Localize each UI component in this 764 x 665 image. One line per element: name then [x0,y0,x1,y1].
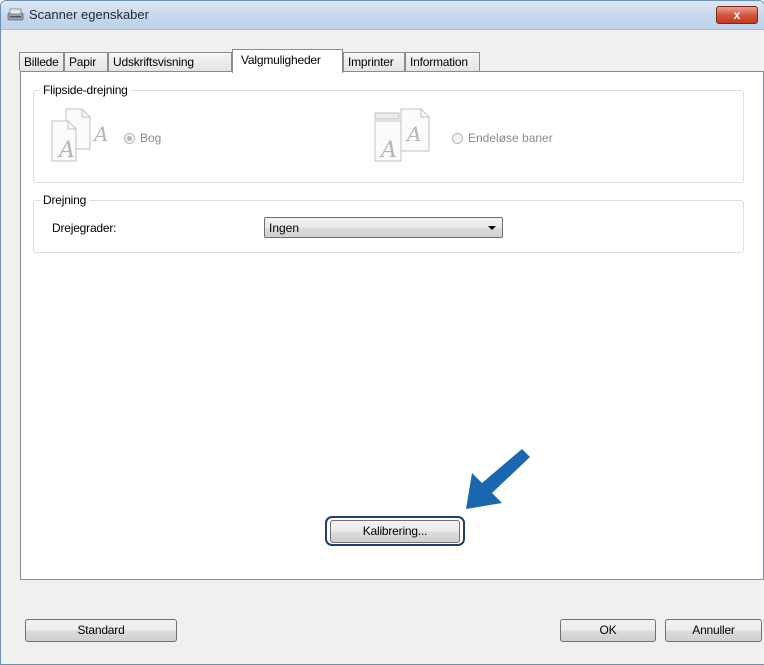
tab-billede[interactable]: Billede [19,52,64,71]
rotation-degrees-label: Drejegrader: [52,221,117,235]
close-icon: x [733,8,741,22]
svg-text:A: A [405,122,421,146]
radio-endelose-indicator[interactable] [452,132,463,144]
rotation-group-label: Drejning [40,193,90,207]
flipside-group: Flipside-drejning A A Bog A A Endeløse b… [33,83,744,183]
radio-bog[interactable]: Bog [124,131,161,145]
fanfold-flip-icon: A A [374,108,430,163]
rotation-degrees-value: Ingen [269,221,300,235]
standard-button[interactable]: Standard [25,619,177,642]
chevron-down-icon [488,226,496,230]
pointer-arrow-icon [466,449,530,509]
book-flip-icon: A A [51,108,108,163]
radio-bog-indicator[interactable] [124,132,135,144]
radio-endelose-label: Endeløse baner [468,131,553,145]
cancel-button[interactable]: Annuller [665,619,762,642]
tab-valgmuligheder[interactable]: Valgmuligheder [232,49,343,73]
scanner-app-icon [7,8,24,21]
radio-endelose-baner[interactable]: Endeløse baner [452,131,553,145]
title-bar: Scanner egenskaber x [1,1,764,30]
ok-button[interactable]: OK [560,619,656,642]
tab-panel-valgmuligheder: Flipside-drejning A A Bog A A Endeløse b… [20,71,764,580]
calibrate-button[interactable]: Kalibrering... [330,520,460,543]
tab-papir[interactable]: Papir [64,52,108,71]
svg-text:A: A [379,138,397,163]
tab-imprinter[interactable]: Imprinter [343,52,405,71]
tab-information[interactable]: Information [405,52,480,71]
scanner-properties-window: Scanner egenskaber x Billede Papir Udskr… [0,0,764,665]
radio-bog-label: Bog [140,131,162,145]
svg-text:A: A [92,122,108,146]
window-title: Scanner egenskaber [29,7,149,22]
svg-text:A: A [57,138,75,163]
rotation-group: Drejning Drejegrader: Ingen [33,193,744,253]
close-button[interactable]: x [716,6,758,24]
flipside-group-label: Flipside-drejning [40,83,131,97]
rotation-degrees-dropdown[interactable]: Ingen [264,217,503,238]
tab-udskriftsvisning[interactable]: Udskriftsvisning [108,52,232,71]
